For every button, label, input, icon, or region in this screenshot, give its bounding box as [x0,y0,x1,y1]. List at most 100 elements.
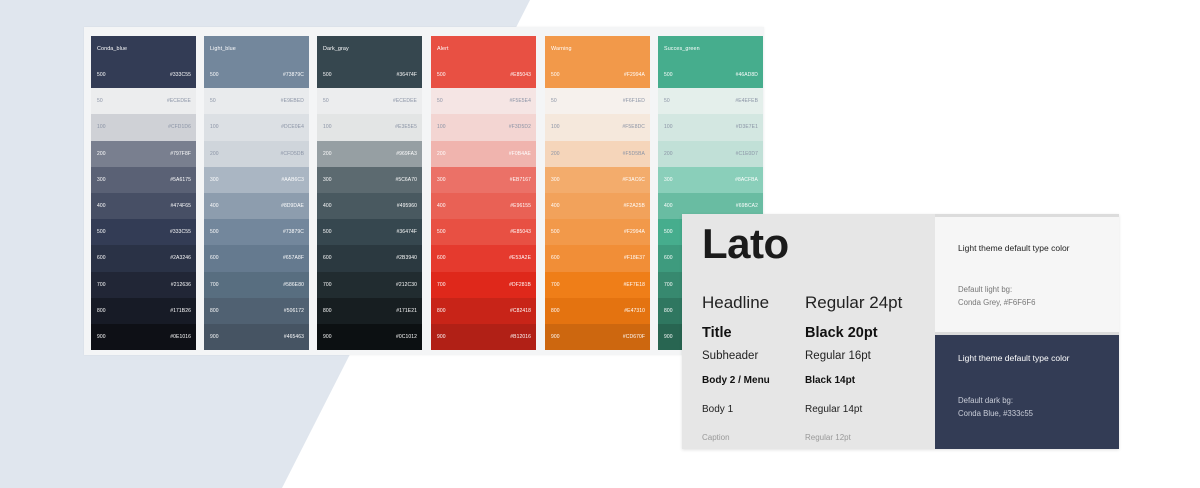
color-swatch: 200 #F5D5BA [545,140,650,167]
swatch-shade: 500 [323,229,332,236]
color-swatch: 100 #F3D5D2 [431,114,536,141]
palette-hero-swatch: 500 #36474F [317,62,422,89]
color-swatch: 300 #5A6175 [91,166,196,193]
swatch-shade: 400 [97,203,106,210]
color-palette-card: Conda_blue 500 #333C55 50 #ECEDEE 100 #CFD1D6 2… [84,27,764,355]
swatch-shade: 700 [664,281,673,288]
swatch-shade: 100 [551,124,560,131]
color-swatch: 500 #333C55 [91,219,196,246]
swatch-hex: #73879C [283,72,304,79]
swatch-shade: 700 [551,281,560,288]
swatch-shade: 400 [210,203,219,210]
color-swatch: 400 #495960 [317,192,422,220]
swatch-shade: 900 [323,333,332,340]
swatch-shade: 900 [97,333,106,340]
type-row-label: Subheader [702,350,759,362]
palette-hero-swatch: 500 #73879C [204,62,309,89]
swatch-hex: #171B26 [170,307,191,314]
swatch-shade: 500 [551,229,560,236]
palette-name: Succes_green [664,46,700,53]
swatch-hex: #DF281B [509,281,531,288]
color-swatch: 300 #5C6A70 [317,166,422,193]
swatch-hex: #333C55 [170,72,191,79]
swatch-hex: #AAB6C3 [281,176,304,183]
swatch-hex: #F5E8DC [622,124,645,131]
swatch-shade: 500 [323,72,332,79]
color-swatch: 500 #73879C [204,219,309,246]
palette-hero-swatch: 500 #46AD8D [658,62,763,89]
color-swatch: 200 #797F8F [91,140,196,167]
swatch-hex: #2B3940 [396,255,417,262]
swatch-shade: 300 [323,176,332,183]
color-swatch: 700 #DF281B [431,271,536,298]
swatch-shade: 800 [551,307,560,314]
color-swatch: 300 #EB7167 [431,166,536,193]
swatch-shade: 400 [664,203,673,210]
color-swatch: 200 #C1E0D7 [658,140,763,167]
swatch-hex: #EB7167 [509,176,531,183]
swatch-hex: #CFD1D6 [168,124,191,131]
swatch-shade: 800 [323,307,332,314]
type-row-label: Headline [702,293,770,312]
swatch-hex: #E3E5E5 [395,124,417,131]
palette-header: Dark_gray [317,36,422,63]
swatch-hex: #0E1016 [170,333,191,340]
color-swatch: 50 #E4EFEB [658,88,763,115]
swatch-hex: #586E80 [283,281,304,288]
color-swatch: 300 #8ACFBA [658,166,763,193]
swatch-hex: #0C1012 [396,333,417,340]
swatch-hex: #DCE0E4 [281,124,304,131]
swatch-hex: #36474F [396,229,417,236]
swatch-shade: 300 [210,176,219,183]
type-row-label: Body 2 / Menu [702,375,770,386]
swatch-shade: 700 [210,281,219,288]
color-swatch: 50 #ECEDEE [317,88,422,115]
color-swatch: 200 #F0B4AE [431,140,536,167]
color-swatch: 50 #ECEDEE [91,88,196,115]
swatch-hex: #E47310 [624,307,645,314]
color-swatch: 700 #212C30 [317,271,422,298]
palette-column-conda-blue: Conda_blue 500 #333C55 50 #ECEDEE 100 #CFD1D6 2… [91,36,196,351]
swatch-shade: 500 [437,72,446,79]
swatch-hex: #F2994A [624,229,645,236]
color-swatch: 600 #2A3246 [91,245,196,272]
swatch-hex: #5C6A70 [395,176,417,183]
swatch-shade: 200 [210,150,219,157]
swatch-shade: 800 [437,307,446,314]
color-swatch: 100 #DCE0E4 [204,114,309,141]
swatch-shade: 400 [437,203,446,210]
color-swatch: 800 #E47310 [545,297,650,324]
swatch-shade: 50 [210,98,216,105]
swatch-shade: 400 [551,203,560,210]
swatch-hex: #465463 [283,333,304,340]
swatch-shade: 500 [551,72,560,79]
swatch-shade: 900 [551,333,560,340]
swatch-shade: 100 [323,124,332,131]
swatch-hex: #495960 [396,203,417,210]
swatch-shade: 100 [437,124,446,131]
swatch-shade: 200 [323,150,332,157]
type-row-value: Regular 24pt [805,293,903,312]
color-swatch: 600 #E53A2E [431,245,536,272]
swatch-shade: 600 [437,255,446,262]
swatch-hex: #5A6175 [170,176,191,183]
swatch-hex: #EF7E18 [623,281,645,288]
swatch-hex: #B12016 [510,333,531,340]
swatch-shade: 900 [210,333,219,340]
palette-hero-swatch: 500 #333C55 [91,62,196,89]
swatch-hex: #E4EFEB [735,98,758,105]
swatch-shade: 500 [664,229,673,236]
color-swatch: 100 #E3E5E5 [317,114,422,141]
color-swatch: 400 #F2A25B [545,192,650,220]
swatch-shade: 900 [437,333,446,340]
color-swatch: 100 #F5E8DC [545,114,650,141]
swatch-hex: #171E21 [396,307,417,314]
swatch-hex: #969FA3 [396,150,417,157]
light-theme-bg-value: Conda Grey, #F6F6F6 [958,298,1036,307]
dark-theme-bg-info: Default dark bg: Conda Blue, #333c55 [958,394,1033,420]
color-swatch: 100 #D3E7E1 [658,114,763,141]
swatch-hex: #F18E37 [624,255,645,262]
type-row-value: Black 20pt [805,325,878,341]
color-swatch: 700 #586E80 [204,271,309,298]
color-swatch: 600 #657A8F [204,245,309,272]
